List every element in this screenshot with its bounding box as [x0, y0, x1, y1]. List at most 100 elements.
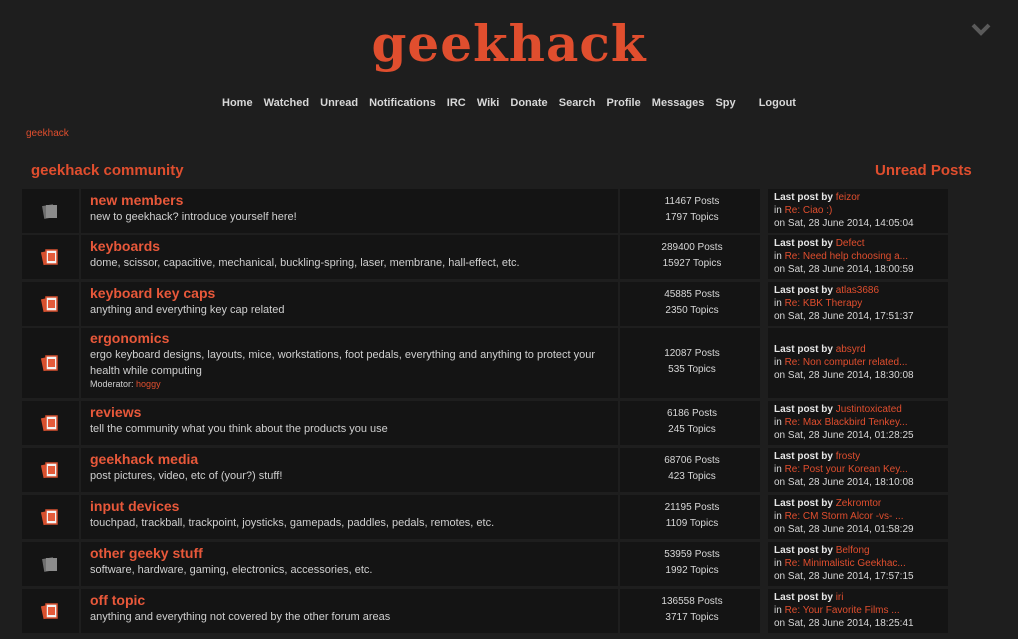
nav-spy[interactable]: Spy	[715, 97, 735, 109]
nav-irc[interactable]: IRC	[447, 97, 466, 109]
forum-name[interactable]: keyboards	[90, 238, 160, 254]
nav-search[interactable]: Search	[559, 97, 596, 109]
last-post-info: Last post by Justintoxicated in Re: Max B…	[774, 403, 914, 442]
forum-name[interactable]: ergonomics	[90, 330, 169, 346]
forum-name[interactable]: off topic	[90, 592, 145, 608]
forum-name[interactable]: geekhack media	[90, 451, 198, 467]
nav-logout[interactable]: Logout	[759, 97, 796, 109]
last-post-date-line: on Sat, 28 June 2014, 01:58:29	[774, 523, 914, 536]
last-post-topic[interactable]: Re: Max Blackbird Tenkey...	[785, 417, 908, 428]
last-post-author[interactable]: frosty	[836, 451, 860, 462]
nav-watched[interactable]: Watched	[264, 97, 309, 109]
last-post-label: Last post	[774, 592, 819, 603]
in-label: in	[774, 417, 782, 428]
nav-notifications[interactable]: Notifications	[369, 97, 436, 109]
in-label: in	[774, 605, 782, 616]
last-post-topic[interactable]: Re: Need help choosing a...	[785, 251, 908, 262]
last-post-author[interactable]: feizor	[836, 192, 860, 203]
last-post-date: Sat, 28 June 2014, 18:30:08	[787, 370, 914, 381]
nav-home[interactable]: Home	[222, 97, 253, 109]
board-new-posts-icon[interactable]	[40, 602, 59, 625]
last-post-topic-line: in Re: Minimalistic Geekhac...	[774, 557, 914, 570]
by-label: by	[821, 192, 833, 203]
forum-row: off topic anything and everything not cov…	[22, 589, 1018, 633]
last-post-date: Sat, 28 June 2014, 18:00:59	[787, 264, 914, 275]
on-label: on	[774, 264, 786, 275]
last-post-topic[interactable]: Re: Post your Korean Key...	[785, 464, 908, 475]
board-new-posts-icon[interactable]	[40, 295, 59, 318]
last-post-author[interactable]: absyrd	[836, 344, 866, 355]
by-label: by	[821, 498, 833, 509]
breadcrumb[interactable]: geekhack	[26, 128, 69, 139]
forum-description: tell the community what you think about …	[90, 423, 388, 435]
last-post-topic[interactable]: Re: Ciao :)	[785, 205, 833, 216]
nav-profile[interactable]: Profile	[607, 97, 641, 109]
last-post-author[interactable]: Justintoxicated	[836, 404, 902, 415]
topic-count: 3717 Topics	[665, 612, 719, 623]
last-post-topic[interactable]: Re: Non computer related...	[785, 357, 908, 368]
forum-name[interactable]: new members	[90, 192, 183, 208]
board-new-posts-icon[interactable]	[40, 354, 59, 377]
collapse-chevron-icon[interactable]	[970, 20, 992, 40]
forum-row: other geeky stuff software, hardware, gam…	[22, 542, 1018, 586]
forum-description: dome, scissor, capacitive, mechanical, b…	[90, 257, 520, 269]
nav-wiki[interactable]: Wiki	[477, 97, 500, 109]
forum-moderator: Moderator: hoggy	[90, 379, 161, 389]
forum-name[interactable]: input devices	[90, 498, 179, 514]
by-label: by	[821, 404, 833, 415]
forum-stats: 68706 Posts 423 Topics	[622, 453, 762, 485]
board-read-icon[interactable]	[41, 202, 59, 225]
in-label: in	[774, 205, 782, 216]
last-post-date: Sat, 28 June 2014, 01:28:25	[787, 430, 914, 441]
forum-name[interactable]: other geeky stuff	[90, 545, 203, 561]
last-post-author[interactable]: iri	[836, 592, 844, 603]
last-post-author-line: Last post by absyrd	[774, 343, 914, 356]
last-post-author-line: Last post by iri	[774, 591, 914, 604]
last-post-topic[interactable]: Re: CM Storm Alcor -vs- ...	[785, 511, 904, 522]
post-count: 12087 Posts	[664, 348, 720, 359]
board-new-posts-icon[interactable]	[40, 461, 59, 484]
nav-unread[interactable]: Unread	[320, 97, 358, 109]
last-post-topic-line: in Re: Max Blackbird Tenkey...	[774, 416, 914, 429]
forum-description: new to geekhack? introduce yourself here…	[90, 211, 297, 223]
last-post-date-line: on Sat, 28 June 2014, 17:57:15	[774, 570, 914, 583]
board-new-posts-icon[interactable]	[40, 248, 59, 271]
last-post-topic[interactable]: Re: KBK Therapy	[785, 298, 863, 309]
last-post-topic-line: in Re: Post your Korean Key...	[774, 463, 914, 476]
moderator-link[interactable]: hoggy	[136, 379, 161, 389]
in-label: in	[774, 464, 782, 475]
nav-messages[interactable]: Messages	[652, 97, 705, 109]
last-post-author[interactable]: Zekromtor	[836, 498, 882, 509]
last-post-author-line: Last post by Zekromtor	[774, 497, 914, 510]
board-new-posts-icon[interactable]	[40, 508, 59, 531]
last-post-label: Last post	[774, 451, 819, 462]
forum-row: keyboard key caps anything and everything…	[22, 282, 1018, 326]
last-post-label: Last post	[774, 344, 819, 355]
topic-count: 423 Topics	[668, 471, 716, 482]
last-post-topic[interactable]: Re: Your Favorite Films ...	[785, 605, 900, 616]
last-post-date: Sat, 28 June 2014, 01:58:29	[787, 524, 914, 535]
by-label: by	[821, 285, 833, 296]
last-post-date: Sat, 28 June 2014, 14:05:04	[787, 218, 914, 229]
last-post-author[interactable]: Defect	[836, 238, 865, 249]
last-post-topic-line: in Re: Your Favorite Films ...	[774, 604, 914, 617]
forum-name[interactable]: reviews	[90, 404, 141, 420]
topic-count: 245 Topics	[668, 424, 716, 435]
last-post-topic-line: in Re: CM Storm Alcor -vs- ...	[774, 510, 914, 523]
moderator-label: Moderator:	[90, 379, 134, 389]
last-post-author[interactable]: atlas3686	[836, 285, 879, 296]
nav-donate[interactable]: Donate	[510, 97, 547, 109]
site-logo[interactable]: geekhack	[0, 14, 1018, 74]
last-post-label: Last post	[774, 545, 819, 556]
board-new-posts-icon[interactable]	[40, 414, 59, 437]
last-post-date: Sat, 28 June 2014, 17:57:15	[787, 571, 914, 582]
by-label: by	[821, 451, 833, 462]
unread-posts-link[interactable]: Unread Posts	[875, 162, 972, 179]
board-read-icon[interactable]	[41, 555, 59, 578]
category-title[interactable]: geekhack community	[31, 162, 184, 179]
last-post-author[interactable]: Belfong	[836, 545, 870, 556]
forum-row: ergonomics ergo keyboard designs, layouts…	[22, 328, 1018, 398]
last-post-topic[interactable]: Re: Minimalistic Geekhac...	[785, 558, 906, 569]
forum-name[interactable]: keyboard key caps	[90, 285, 215, 301]
last-post-author-line: Last post by Defect	[774, 237, 914, 250]
